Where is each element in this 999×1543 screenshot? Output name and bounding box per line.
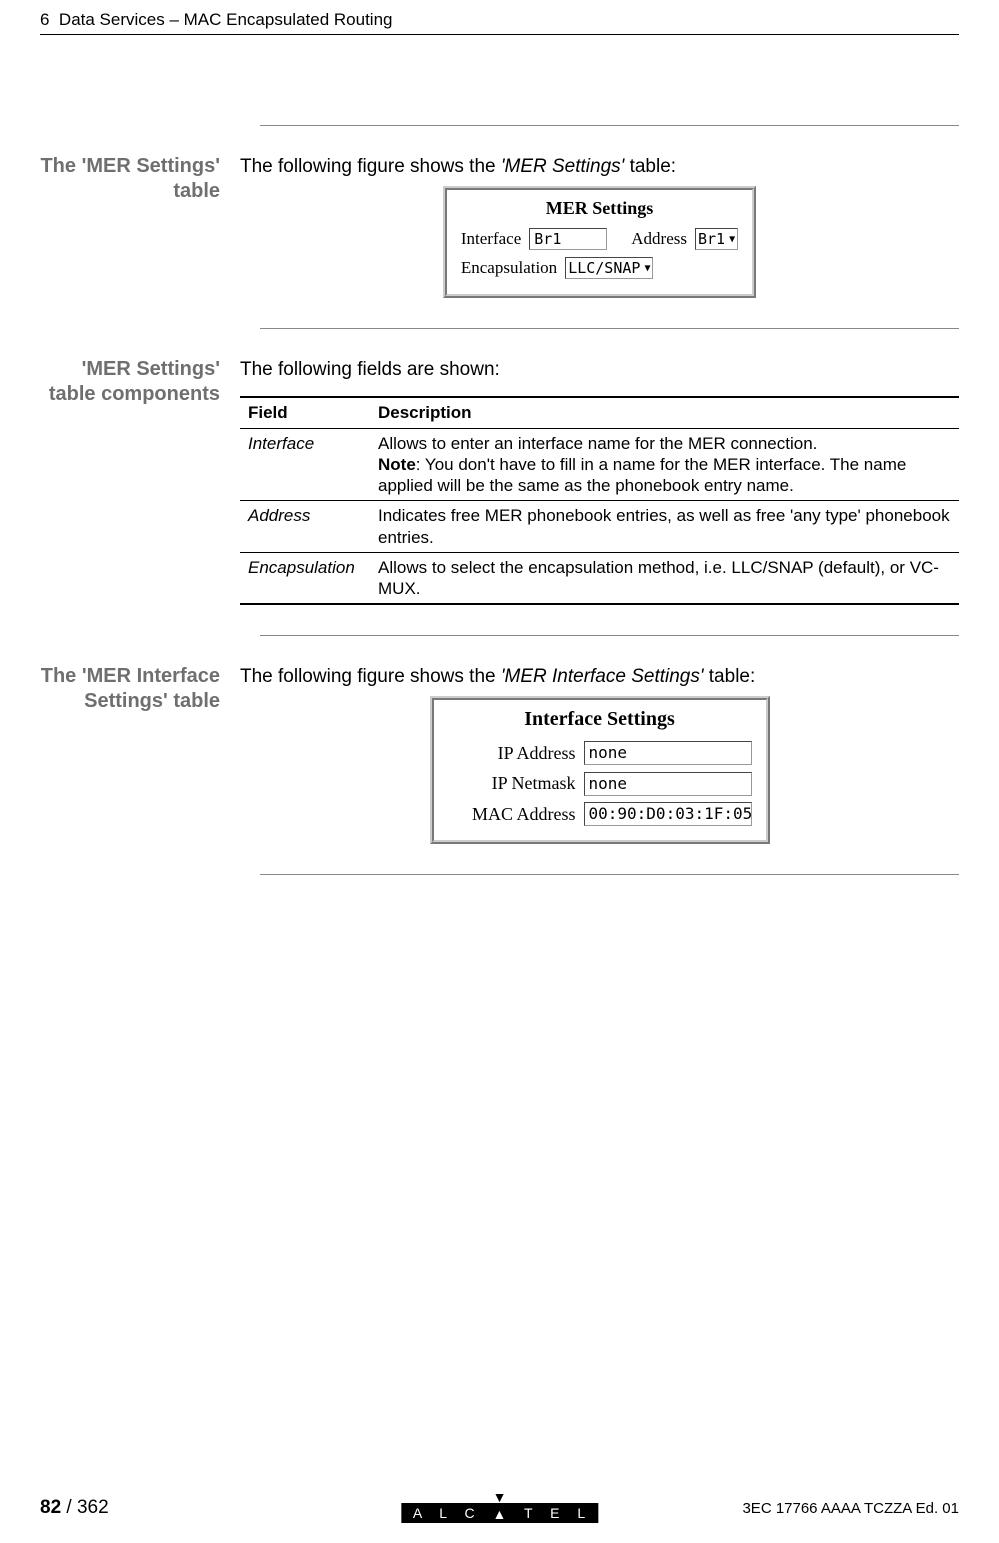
ip-netmask-label: IP Netmask (448, 771, 576, 795)
page-number: 82 / 362 (40, 1497, 109, 1519)
intro-emphasis: 'MER Settings' (501, 156, 624, 177)
mac-address-input[interactable]: 00:90:D0:03:1F:05 (584, 802, 752, 826)
th-description: Description (370, 397, 959, 428)
ip-address-label: IP Address (448, 741, 576, 765)
interface-input[interactable]: Br1 (529, 228, 607, 250)
mer-settings-figure: MER Settings Interface Br1 Address Br1▼ … (443, 186, 756, 298)
note-label: Note (378, 455, 416, 474)
intro-text: The following figure shows the 'MER Sett… (240, 154, 959, 180)
intro-prefix: The following figure shows the (240, 666, 501, 687)
margin-heading-mer-settings: The 'MER Settings' table (40, 154, 240, 298)
document-id: 3EC 17766 AAAA TCZZA Ed. 01 (742, 1500, 959, 1517)
section-divider (260, 125, 959, 126)
ip-address-input[interactable]: none (584, 741, 752, 765)
components-table: Field Description Interface Allows to en… (240, 396, 959, 605)
encapsulation-value: LLC/SNAP (568, 258, 640, 278)
interface-settings-figure: Interface Settings IP Address none IP Ne… (430, 696, 770, 844)
intro-suffix: table: (704, 666, 756, 687)
intro-suffix: table: (624, 156, 676, 177)
table-row: Address Indicates free MER phonebook ent… (240, 501, 959, 553)
section-divider (260, 635, 959, 636)
margin-heading-interface-settings: The 'MER Interface Settings' table (40, 664, 240, 844)
field-description: Allows to enter an interface name for th… (370, 428, 959, 501)
intro-text: The following fields are shown: (240, 357, 959, 383)
table-row: Interface Allows to enter an interface n… (240, 428, 959, 501)
address-label: Address (631, 228, 687, 251)
current-page: 82 (40, 1497, 61, 1518)
chapter-title: Data Services – MAC Encapsulated Routing (59, 10, 393, 29)
desc-line: Allows to enter an interface name for th… (378, 434, 817, 453)
mac-address-label: MAC Address (448, 802, 576, 826)
figure-title: Interface Settings (448, 706, 752, 733)
figure-title: MER Settings (461, 196, 738, 220)
interface-label: Interface (461, 228, 521, 251)
field-description: Allows to select the encapsulation metho… (370, 552, 959, 604)
address-value: Br1 (698, 229, 725, 249)
table-header-row: Field Description (240, 397, 959, 428)
encapsulation-label: Encapsulation (461, 257, 557, 280)
chevron-down-icon: ▼ (644, 262, 650, 276)
header-rule (40, 34, 959, 35)
chapter-number: 6 (40, 10, 49, 29)
intro-emphasis: 'MER Interface Settings' (501, 666, 704, 687)
intro-prefix: The following figure shows the (240, 156, 501, 177)
th-field: Field (240, 397, 370, 428)
running-header: 6 Data Services – MAC Encapsulated Routi… (40, 10, 392, 30)
section-divider (260, 874, 959, 875)
field-name: Encapsulation (240, 552, 370, 604)
table-row: Encapsulation Allows to select the encap… (240, 552, 959, 604)
section-divider (260, 328, 959, 329)
note-text: : You don't have to fill in a name for t… (378, 455, 906, 495)
total-pages: / 362 (61, 1497, 109, 1518)
chevron-down-icon: ▼ (729, 233, 735, 247)
margin-heading-components: 'MER Settings' table components (40, 357, 240, 606)
address-select[interactable]: Br1 ▼ (695, 228, 738, 250)
field-name: Interface (240, 428, 370, 501)
field-name: Address (240, 501, 370, 553)
encapsulation-select[interactable]: LLC/SNAP ▼ (565, 257, 653, 279)
intro-text: The following figure shows the 'MER Inte… (240, 664, 959, 690)
field-description: Indicates free MER phonebook entries, as… (370, 501, 959, 553)
ip-netmask-input[interactable]: none (584, 772, 752, 796)
